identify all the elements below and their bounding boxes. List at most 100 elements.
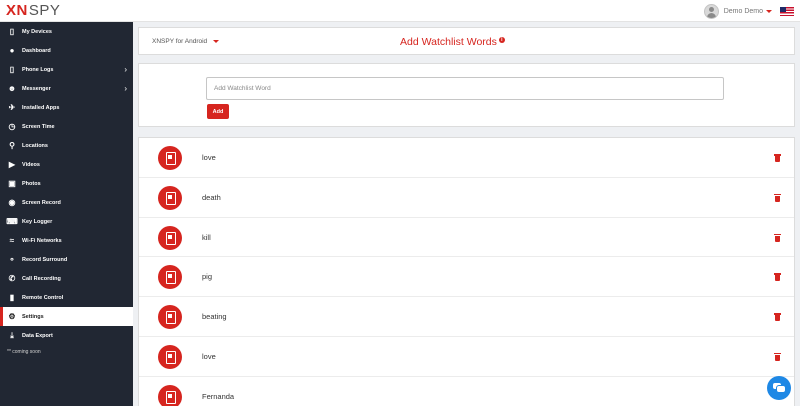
sidebar-item-label: Locations xyxy=(22,142,48,149)
list-item: love xyxy=(139,337,794,377)
sidebar-item-wifi-networks[interactable]: ≈ Wi-Fi Networks xyxy=(0,231,133,250)
chevron-right-icon: › xyxy=(124,65,127,74)
sidebar-item-record-surround[interactable]: ⚬ Record Surround xyxy=(0,250,133,269)
watchlist-word: Fernanda xyxy=(202,391,235,401)
clock-icon: ◷ xyxy=(8,121,16,131)
logo-text: SPY xyxy=(28,2,61,19)
device-selector[interactable]: XNSPY for Android xyxy=(152,38,220,45)
watchlist-words-list: love death kill pig beating love Fernand… xyxy=(138,137,795,406)
sidebar-item-label: Screen Time xyxy=(22,123,55,130)
trash-icon[interactable] xyxy=(774,352,781,361)
sidebar-item-label: Key Logger xyxy=(22,218,53,225)
sidebar-item-videos[interactable]: ▶ Videos xyxy=(0,155,133,174)
remote-icon: ▮ xyxy=(9,292,15,302)
device-selector-label: XNSPY for Android xyxy=(152,38,208,45)
list-item: kill xyxy=(139,218,794,258)
sidebar-item-label: Call Recording xyxy=(22,275,61,282)
watchlist-word-input[interactable] xyxy=(206,77,724,100)
sidebar-item-label: Remote Control xyxy=(22,294,64,301)
sidebar-item-remote-control[interactable]: ▮ Remote Control xyxy=(0,288,133,307)
sidebar-item-label: Messenger xyxy=(22,85,51,92)
sidebar-item-data-export[interactable]: ⤓ Data Export xyxy=(0,326,133,345)
sidebar-item-screen-time[interactable]: ◷ Screen Time xyxy=(0,117,133,136)
dashboard-icon: ● xyxy=(9,45,15,55)
gear-icon: ⚙ xyxy=(8,311,16,321)
watchlist-word: beating xyxy=(202,312,227,322)
trash-icon[interactable] xyxy=(774,313,781,322)
page-header-card: XNSPY for Android Add Watchlist Words i xyxy=(138,27,795,55)
add-word-card: Add xyxy=(138,63,795,127)
sidebar-item-settings[interactable]: ⚙ Settings xyxy=(0,307,133,326)
sidebar-item-label: Phone Logs xyxy=(22,66,54,73)
sidebar-item-label: Wi-Fi Networks xyxy=(22,237,62,244)
sidebar-item-label: Videos xyxy=(22,161,40,168)
coming-soon-note: ** coming soon xyxy=(7,349,41,355)
sidebar-item-label: Installed Apps xyxy=(22,104,60,111)
list-item: love xyxy=(139,138,794,178)
document-icon xyxy=(158,225,182,250)
page-title: Add Watchlist Words i xyxy=(400,36,505,48)
sidebar-item-label: Record Surround xyxy=(22,256,68,263)
list-item: death xyxy=(139,178,794,218)
trash-icon[interactable] xyxy=(774,154,781,162)
plane-icon: ✈ xyxy=(8,102,16,112)
sidebar-item-key-logger[interactable]: ⌨ Key Logger xyxy=(0,212,133,231)
chevron-down-icon xyxy=(766,9,772,13)
phone-icon: ▯ xyxy=(9,26,15,36)
chevron-right-icon: › xyxy=(124,84,127,93)
sidebar-item-phone-logs[interactable]: ▯ Phone Logs › xyxy=(0,60,133,79)
keyboard-icon: ⌨ xyxy=(6,216,18,226)
us-flag-icon[interactable] xyxy=(780,6,794,16)
document-icon xyxy=(158,146,182,170)
sidebar-item-photos[interactable]: ▣ Photos xyxy=(0,174,133,193)
xnspy-logo[interactable]: XN SPY xyxy=(6,2,60,19)
username: Demo Demo xyxy=(723,7,763,15)
sidebar-item-label: Photos xyxy=(22,180,41,187)
sidebar-item-messenger[interactable]: ☻ Messenger › xyxy=(0,79,133,98)
sidebar-item-label: Data Export xyxy=(22,332,53,339)
trash-icon[interactable] xyxy=(774,233,781,242)
avatar-icon xyxy=(703,3,719,19)
sidebar-item-dashboard[interactable]: ● Dashboard xyxy=(0,41,133,60)
record-icon: ◉ xyxy=(8,197,16,207)
sidebar-item-label: My Devices xyxy=(22,28,52,35)
sidebar-item-call-recording[interactable]: ✆ Call Recording xyxy=(0,269,133,288)
logo-mark: XN xyxy=(6,2,28,19)
sidebar-item-label: Screen Record xyxy=(22,199,61,206)
phone-icon: ▯ xyxy=(9,64,15,74)
add-button[interactable]: Add xyxy=(207,104,229,119)
sidebar-item-label: Settings xyxy=(22,313,44,320)
document-icon xyxy=(158,344,182,369)
video-icon: ▶ xyxy=(8,159,16,169)
list-item: beating xyxy=(139,297,794,337)
trash-icon[interactable] xyxy=(774,273,781,282)
sidebar-item-my-devices[interactable]: ▯ My Devices xyxy=(0,22,133,41)
microphone-icon: ⚬ xyxy=(8,254,16,264)
phone-call-icon: ✆ xyxy=(8,273,16,283)
document-icon xyxy=(158,384,182,406)
list-item: Fernanda xyxy=(139,377,794,406)
camera-icon: ▣ xyxy=(8,178,16,188)
watchlist-word: pig xyxy=(202,272,213,282)
chat-icon[interactable] xyxy=(767,376,791,400)
top-header: XN SPY Demo Demo xyxy=(0,0,800,22)
users-icon: ☻ xyxy=(7,83,17,93)
watchlist-word: death xyxy=(202,192,221,202)
sidebar-item-installed-apps[interactable]: ✈ Installed Apps xyxy=(0,98,133,117)
map-pin-icon: ⚲ xyxy=(9,140,15,150)
document-icon xyxy=(158,185,182,210)
info-icon[interactable]: i xyxy=(498,37,505,43)
page-title-text: Add Watchlist Words xyxy=(400,36,497,48)
user-menu[interactable]: Demo Demo xyxy=(703,2,794,20)
wifi-icon: ≈ xyxy=(9,235,15,245)
trash-icon[interactable] xyxy=(774,193,781,202)
watchlist-word: love xyxy=(202,351,216,361)
document-icon xyxy=(158,265,182,290)
sidebar-item-label: Dashboard xyxy=(22,47,51,54)
sidebar-item-screen-record[interactable]: ◉ Screen Record xyxy=(0,193,133,212)
watchlist-word: love xyxy=(202,153,216,162)
sidebar-item-locations[interactable]: ⚲ Locations xyxy=(0,136,133,155)
sidebar: ▯ My Devices ● Dashboard ▯ Phone Logs › … xyxy=(0,22,133,406)
watchlist-word: kill xyxy=(202,232,211,242)
list-item: pig xyxy=(139,257,794,298)
